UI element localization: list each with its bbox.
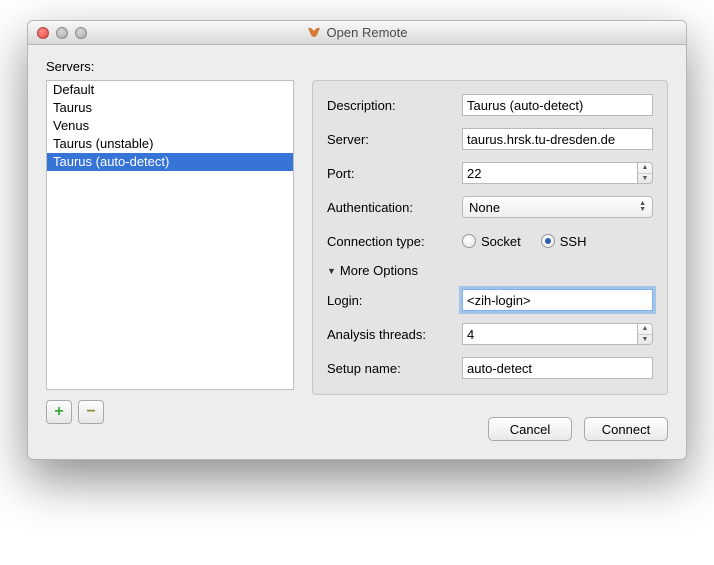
- more-options-toggle[interactable]: ▼ More Options: [327, 263, 653, 278]
- more-options-label: More Options: [340, 263, 418, 278]
- dialog-footer: Cancel Connect: [312, 417, 668, 441]
- analysis-threads-label: Analysis threads:: [327, 327, 462, 342]
- setup-name-field[interactable]: [462, 357, 653, 379]
- login-field[interactable]: [462, 289, 653, 311]
- connection-type-label: Connection type:: [327, 234, 462, 249]
- radio-label: Socket: [481, 234, 521, 249]
- description-field[interactable]: [462, 94, 653, 116]
- cancel-button[interactable]: Cancel: [488, 417, 572, 441]
- connection-type-socket-radio[interactable]: Socket: [462, 234, 521, 249]
- disclosure-triangle-icon: ▼: [327, 266, 336, 276]
- servers-panel: Default Taurus Venus Taurus (unstable) T…: [46, 80, 294, 441]
- list-buttons: + −: [46, 400, 294, 424]
- dialog-content: Servers: Default Taurus Venus Taurus (un…: [28, 45, 686, 459]
- vampir-logo-icon: [307, 27, 321, 39]
- form-panel: Description: Server: Port: ▲▼: [312, 80, 668, 441]
- servers-list-item[interactable]: Default: [47, 81, 293, 99]
- servers-label: Servers:: [46, 59, 668, 74]
- connection-type-group: Socket SSH: [462, 234, 653, 249]
- servers-list-item[interactable]: Taurus (unstable): [47, 135, 293, 153]
- port-field[interactable]: [462, 162, 637, 184]
- radio-dot-icon: [541, 234, 555, 248]
- radio-dot-icon: [462, 234, 476, 248]
- add-server-button[interactable]: +: [46, 400, 72, 424]
- columns: Default Taurus Venus Taurus (unstable) T…: [46, 80, 668, 441]
- window-title-text: Open Remote: [327, 25, 408, 40]
- analysis-threads-stepper[interactable]: ▲▼: [462, 323, 653, 345]
- open-remote-window: Open Remote Servers: Default Taurus Venu…: [27, 20, 687, 460]
- radio-label: SSH: [560, 234, 587, 249]
- servers-list-item[interactable]: Taurus: [47, 99, 293, 117]
- authentication-value: None: [469, 200, 500, 215]
- port-label: Port:: [327, 166, 462, 181]
- authentication-label: Authentication:: [327, 200, 462, 215]
- remove-server-button[interactable]: −: [78, 400, 104, 424]
- description-label: Description:: [327, 98, 462, 113]
- port-stepper-buttons[interactable]: ▲▼: [637, 162, 653, 184]
- login-label: Login:: [327, 293, 462, 308]
- analysis-threads-field[interactable]: [462, 323, 637, 345]
- authentication-select[interactable]: None ▲▼: [462, 196, 653, 218]
- window-title: Open Remote: [28, 25, 686, 40]
- servers-listbox[interactable]: Default Taurus Venus Taurus (unstable) T…: [46, 80, 294, 390]
- connect-button[interactable]: Connect: [584, 417, 668, 441]
- server-label: Server:: [327, 132, 462, 147]
- connection-type-ssh-radio[interactable]: SSH: [541, 234, 587, 249]
- server-details-group: Description: Server: Port: ▲▼: [312, 80, 668, 395]
- setup-name-label: Setup name:: [327, 361, 462, 376]
- port-stepper[interactable]: ▲▼: [462, 162, 653, 184]
- servers-list-item[interactable]: Venus: [47, 117, 293, 135]
- select-arrows-icon: ▲▼: [639, 201, 646, 212]
- threads-stepper-buttons[interactable]: ▲▼: [637, 323, 653, 345]
- servers-list-item[interactable]: Taurus (auto-detect): [47, 153, 293, 171]
- titlebar: Open Remote: [28, 21, 686, 45]
- server-field[interactable]: [462, 128, 653, 150]
